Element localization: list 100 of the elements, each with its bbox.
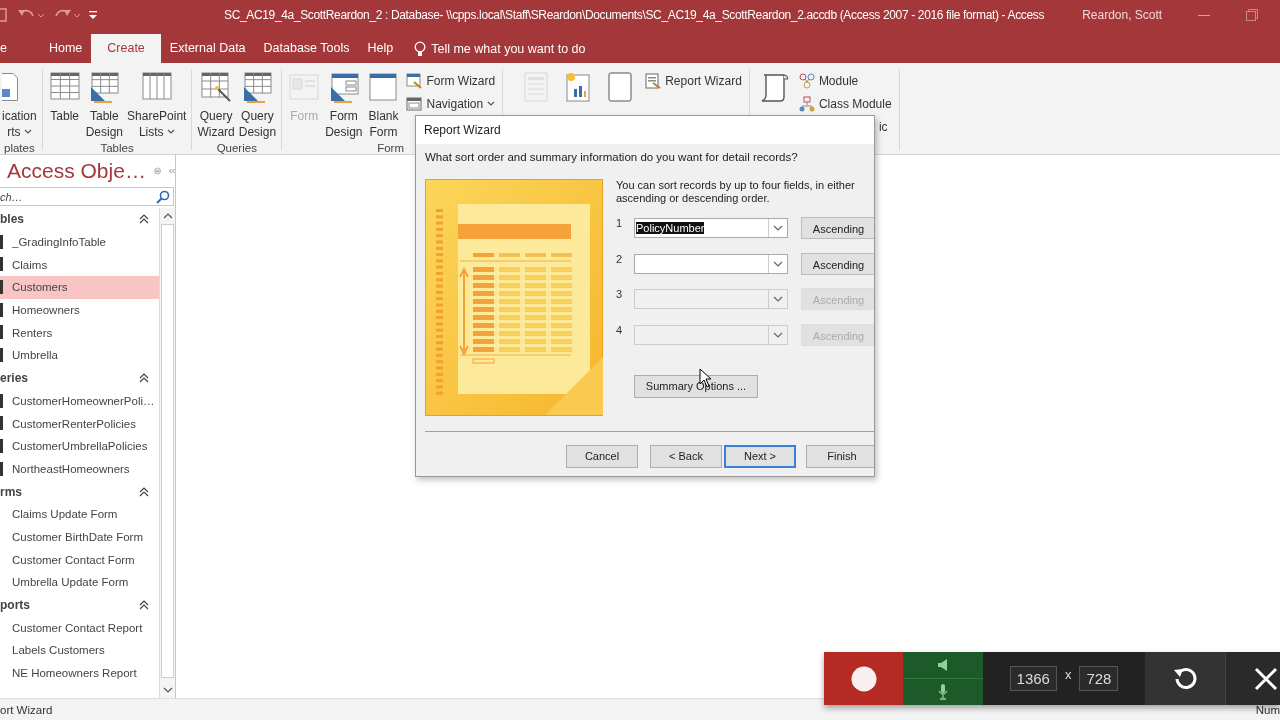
object-item[interactable]: Customers [0,276,159,299]
ribbon-button[interactable]: ic [878,117,892,136]
close-button[interactable] [1225,652,1280,705]
ribbon-button[interactable]: Query Wizard [195,69,237,140]
window-title: SC_AC19_4a_ScottReardon_2 : Database- \\cpps.local\Staff\SReardon\Documents\SC_AC19_4a_ScottReardon_2.accdb (Access 2007 - 2016 file format) - Access [224,8,1045,22]
scroll-down-icon [162,686,173,694]
ribbon-tab[interactable]: External Data [160,34,255,63]
width-field[interactable]: 1366 [1009,666,1057,691]
dialog-button[interactable]: Finish [806,445,874,468]
field-value: PolicyNumber [636,222,705,234]
search-icon [156,189,170,204]
status-indicator: Num [1255,703,1280,716]
reset-icon [1171,665,1199,692]
object-item[interactable]: Homeowners [0,298,159,322]
ribbon-button[interactable]: Table [45,69,84,124]
report-wizard-icon [645,72,662,89]
sort-number: 1 [616,217,624,229]
object-item[interactable]: NortheastHomeowners [0,457,159,481]
ribbon-tab[interactable]: Help [358,34,403,63]
blank-form-icon [367,71,400,103]
object-item[interactable]: NE Homeowners Report [0,661,159,685]
group-header[interactable]: bles [0,208,159,231]
caret-icon [166,129,175,135]
sort-field-combo[interactable]: PolicyNumber [634,218,788,238]
form-wizard-icon [406,72,423,89]
module-icon [798,72,815,89]
record-icon [850,665,877,692]
tell-me-box[interactable]: Tell me what you want to do [414,34,586,63]
object-item[interactable]: CustomerRenterPolicies [0,412,159,435]
sort-number: 4 [616,323,624,336]
status-text: ort Wizard [0,703,53,716]
ribbon-tab[interactable]: Create [91,34,161,63]
ribbon-button[interactable]: ication rts [0,69,39,140]
object-item[interactable]: Umbrella [0,344,159,367]
ribbon-button[interactable]: Module [798,71,892,90]
object-item[interactable]: Customer Contact Report [0,616,159,640]
speaker-icon [937,659,949,671]
object-icon [0,416,3,431]
height-field[interactable]: 728 [1079,666,1119,691]
ribbon-tab[interactable]: Database Tools [254,34,359,63]
ribbon-button[interactable]: Table Design [83,69,126,140]
object-icon [0,348,3,363]
group-header[interactable]: ports [0,593,159,617]
object-item[interactable]: CustomerUmbrellaPolicies [0,434,159,458]
lightbulb-icon [414,40,427,57]
group-label: Queries [215,141,258,156]
search-field[interactable]: ch… [0,187,174,206]
dialog-question: What sort order and summary information do you want for detail records? [425,150,799,165]
object-item[interactable]: Claims Update Form [0,502,159,526]
object-icon [0,257,3,272]
summary-options-button[interactable]: Summary Options ... [634,375,758,398]
sort-number: 2 [616,252,624,265]
list-icon [140,71,173,103]
object-icon [0,234,3,249]
ribbon-button[interactable]: SharePoint Lists [125,69,189,140]
reset-button[interactable] [1145,652,1225,705]
object-item[interactable]: Customer Contact Form [0,548,159,571]
group-label: Tables [99,141,135,156]
form-icon [288,71,321,103]
sort-order-button[interactable]: Ascending [801,252,874,275]
object-item[interactable]: Customer BirthDate Form [0,525,159,549]
collapse-icon [139,486,149,497]
dialog-button[interactable]: Next > [724,445,796,468]
object-icon [0,302,3,317]
close-icon [1254,666,1278,691]
ribbon-button[interactable]: Report Wizard [645,71,742,90]
group-header[interactable]: rms [0,480,159,503]
object-item[interactable]: Renters [0,321,159,345]
object-item[interactable]: Umbrella Update Form [0,571,159,594]
scrollbar[interactable] [159,208,175,698]
caret-icon [23,129,32,135]
object-icon [0,325,3,340]
dialog-title: Report Wizard [416,116,874,144]
ribbon-button[interactable]: Blank Form [364,69,403,140]
group-label: Form [376,141,405,156]
ribbon-tab[interactable]: Home [39,34,92,63]
object-item[interactable]: _GradingInfoTable [0,230,159,254]
ribbon-button[interactable]: Form Design [323,69,365,140]
table-design-icon [88,71,121,103]
dialog-button[interactable]: Cancel [566,445,638,468]
ribbon-button[interactable]: Form Wizard [406,71,496,90]
sort-field-combo[interactable] [634,253,788,274]
dialog-hint: You can sort records by up to four fields, in either ascending or descending order. [616,179,856,206]
ribbon-button[interactable]: Query Design [236,69,279,140]
object-icon [0,280,3,295]
record-button[interactable] [824,652,903,705]
navigation-icon [406,95,423,112]
object-icon [0,438,3,453]
ribbon-button[interactable]: Navigation [406,94,496,113]
group-header[interactable]: eries [0,366,159,390]
ribbon-tab[interactable]: e [0,34,16,63]
ribbon-button[interactable]: Class Module [798,94,892,113]
scroll-thumb[interactable] [161,224,174,678]
object-item[interactable]: Claims [0,253,159,277]
object-item[interactable]: CustomerHomeownerPoli… [0,389,159,413]
dialog-button[interactable]: < Back [650,445,722,468]
object-item[interactable]: Labels Customers [0,639,159,662]
query-wizard-icon [200,71,233,103]
sort-order-button[interactable]: Ascending [801,217,874,239]
query-design-icon [241,71,274,103]
